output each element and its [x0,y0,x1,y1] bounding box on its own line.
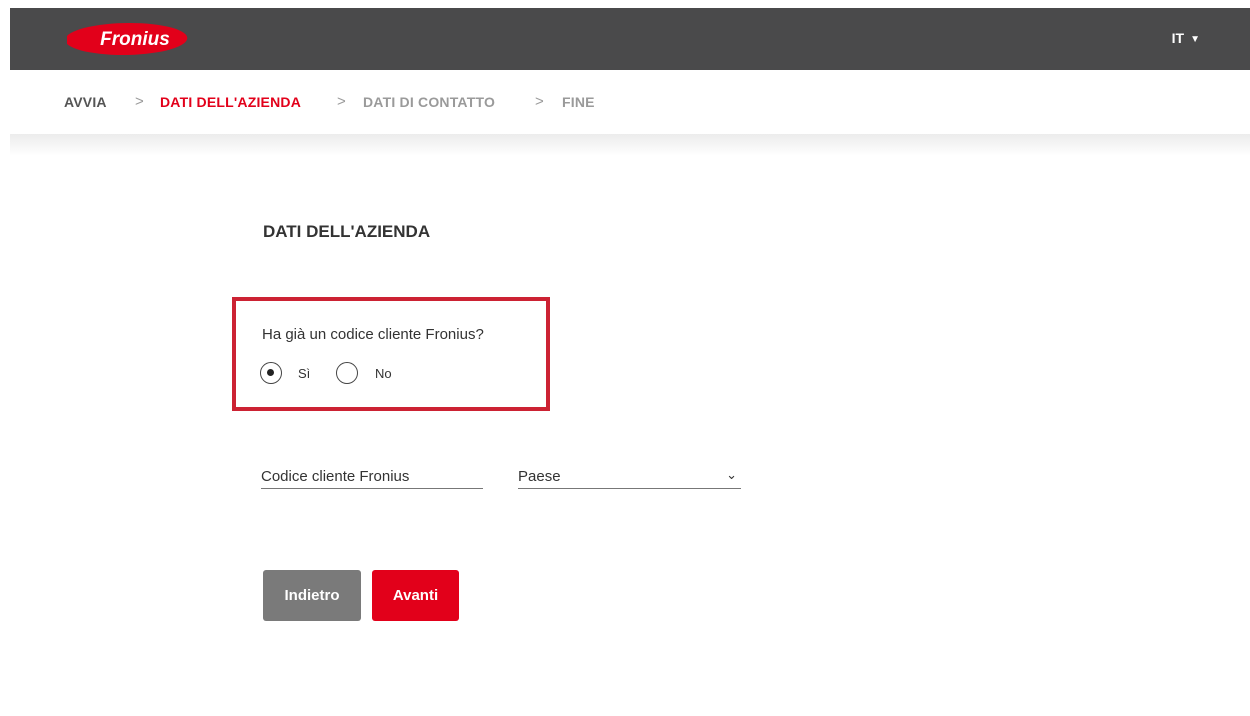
page-title: DATI DELL'AZIENDA [263,222,431,241]
top-bar: Fronius IT ▼ [10,8,1250,70]
radio-yes-label[interactable]: Sì [298,366,310,381]
customer-code-question: Ha già un codice cliente Fronius? [262,326,484,343]
step-dati-azienda[interactable]: DATI DELL'AZIENDA [160,94,301,110]
fronius-logo[interactable]: Fronius [67,21,193,57]
steps-breadcrumb: AVVIA > DATI DELL'AZIENDA > DATI DI CONT… [10,70,1250,136]
country-select[interactable]: Paese ⌄ [518,467,741,489]
chevron-right-icon: > [337,93,346,110]
radio-no[interactable] [336,362,358,384]
back-button[interactable]: Indietro [263,570,361,621]
language-label: IT [1171,30,1185,46]
step-fine: FINE [562,94,595,110]
caret-down-icon: ▼ [1190,34,1200,45]
customer-code-placeholder: Codice cliente Fronius [261,468,410,485]
next-button[interactable]: Avanti [372,570,459,621]
page-edge [0,0,10,716]
steps-shadow [10,134,1250,156]
chevron-down-icon: ⌄ [726,467,737,482]
logo-text: Fronius [100,29,170,50]
country-placeholder: Paese [518,468,561,485]
radio-yes[interactable] [260,362,282,384]
step-avvia[interactable]: AVVIA [64,94,107,110]
page: Fronius IT ▼ AVVIA > DATI DELL'AZIENDA > … [0,0,1250,716]
step-dati-contatto: DATI DI CONTATTO [363,94,496,110]
customer-code-field[interactable]: Codice cliente Fronius [261,468,483,489]
highlight-box [232,297,550,411]
radio-selected-dot [267,369,274,376]
chevron-right-icon: > [135,93,144,110]
language-selector[interactable]: IT ▼ [1172,30,1200,46]
radio-no-label[interactable]: No [375,366,392,381]
chevron-right-icon: > [535,93,544,110]
